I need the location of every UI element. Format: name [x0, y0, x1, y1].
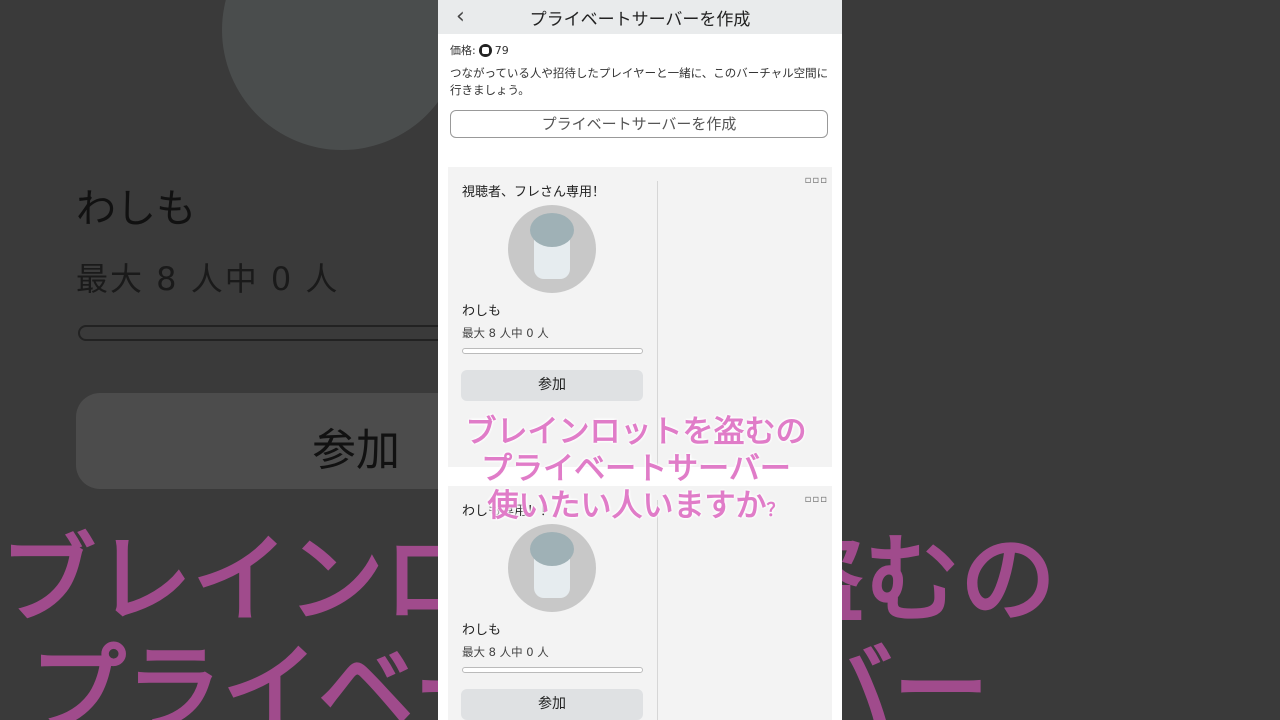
background-progress-bar: [78, 325, 458, 341]
server-owner: わしも: [462, 304, 502, 319]
player-progress-bar: [462, 348, 643, 354]
caption-line-3: 使いたい人いますか？: [436, 488, 836, 529]
video-caption-overlay: ブレインロットを盗むの プライベートサーバー 使いたい人いますか？: [436, 414, 836, 529]
player-count: 最大 8 人中 0 人: [462, 645, 549, 659]
avatar: [508, 205, 596, 293]
description-text: つながっている人や招待したプレイヤーと一緒に、このバーチャル空間に行きましょう。: [450, 66, 829, 97]
caption-question-mark: ？: [766, 500, 785, 521]
caption-line-3-text: 使いたい人いますか: [487, 488, 767, 524]
private-server-screen: ‹ プライベートサーバーを作成 価格: 79 つながっている人や招待したプレイヤ…: [438, 0, 842, 720]
join-button[interactable]: 参加: [461, 689, 643, 720]
avatar: [508, 524, 596, 612]
create-private-server-button[interactable]: プライベートサーバーを作成: [450, 110, 828, 138]
caption-line-1: ブレインロットを盗むの: [465, 414, 807, 450]
avatar-hair: [530, 213, 574, 247]
robux-icon: [478, 43, 492, 57]
avatar-hair: [530, 532, 574, 566]
join-button[interactable]: 参加: [461, 370, 643, 401]
top-bar: ‹ プライベートサーバーを作成: [438, 0, 842, 34]
caption-line-2: プライベートサーバー: [481, 451, 791, 487]
background-player-count: 最大 8 人中 0 人: [76, 260, 340, 298]
price-row: 価格: 79: [450, 42, 509, 58]
player-progress-bar: [462, 667, 643, 673]
background-join-label: 参加: [312, 425, 400, 476]
background-avatar: [222, 0, 462, 150]
server-owner: わしも: [462, 623, 502, 638]
price-value: 79: [494, 43, 509, 57]
page-title: プライベートサーバーを作成: [529, 10, 751, 30]
background-owner-name: わしも: [76, 186, 196, 232]
card-divider: [657, 500, 658, 720]
more-dots-icon[interactable]: ▫▫▫: [805, 175, 828, 186]
server-name: 視聴者、フレさん専用！: [462, 185, 606, 200]
background-join-button: [76, 393, 496, 489]
price-label: 価格:: [450, 44, 476, 57]
player-count: 最大 8 人中 0 人: [462, 326, 549, 340]
